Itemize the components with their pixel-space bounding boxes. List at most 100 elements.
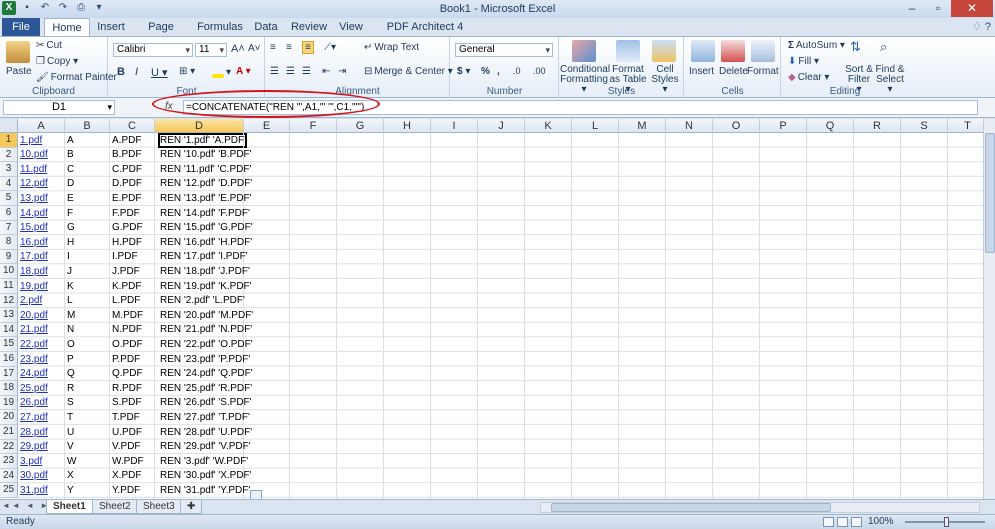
cell-b7[interactable]: G bbox=[65, 221, 75, 235]
close-icon[interactable]: ✕ bbox=[951, 0, 993, 17]
select-all-corner[interactable] bbox=[0, 119, 18, 133]
cell-a11[interactable]: 19.pdf bbox=[18, 280, 48, 294]
tab-view[interactable]: View bbox=[337, 18, 365, 36]
tab-review[interactable]: Review bbox=[290, 18, 328, 36]
cell-b24[interactable]: X bbox=[65, 469, 74, 483]
cell-a8[interactable]: 16.pdf bbox=[18, 236, 48, 250]
horizontal-scrollbar[interactable] bbox=[540, 502, 980, 513]
cell-b2[interactable]: B bbox=[65, 148, 74, 162]
cell-a3[interactable]: 11.pdf bbox=[18, 163, 47, 177]
font-name-combo[interactable]: Calibri bbox=[113, 43, 193, 57]
font-color-icon[interactable]: A ▾ bbox=[236, 66, 251, 77]
worksheet-grid[interactable]: A B C D E F G H I J K L M N O P Q R S T 1 1.pdf A A.PDF REN '1.p… bbox=[0, 119, 983, 499]
currency-icon[interactable]: $ ▾ bbox=[457, 66, 470, 77]
help-icon[interactable]: ♢ ? bbox=[972, 20, 991, 33]
column-header-o[interactable]: O bbox=[713, 119, 760, 133]
cell-d17[interactable]: REN '24.pdf' 'Q.PDF' bbox=[158, 367, 253, 381]
row-header[interactable]: 17 bbox=[0, 366, 18, 382]
cell-b12[interactable]: L bbox=[65, 294, 73, 308]
cell-d25[interactable]: REN '31.pdf' 'Y.PDF' bbox=[158, 484, 250, 498]
cell-d9[interactable]: REN '17.pdf' 'I.PDF' bbox=[158, 250, 248, 264]
row-header[interactable]: 25 bbox=[0, 483, 18, 498]
middle-align-icon[interactable]: ≡ bbox=[286, 42, 292, 53]
page-layout-view-icon[interactable] bbox=[837, 517, 848, 527]
cell-d7[interactable]: REN '15.pdf' 'G.PDF' bbox=[158, 221, 253, 235]
format-cells-button[interactable]: Format bbox=[747, 66, 779, 77]
cell-c13[interactable]: M.PDF bbox=[110, 309, 143, 323]
cell-d10[interactable]: REN '18.pdf' 'J.PDF' bbox=[158, 265, 250, 279]
cell-b13[interactable]: M bbox=[65, 309, 75, 323]
column-header-g[interactable]: G bbox=[337, 119, 384, 133]
page-break-view-icon[interactable] bbox=[851, 517, 862, 527]
row-header[interactable]: 20 bbox=[0, 410, 18, 425]
number-format-combo[interactable]: General bbox=[455, 43, 553, 57]
column-header-c[interactable]: C bbox=[110, 119, 155, 133]
row-header[interactable]: 1 bbox=[0, 133, 18, 148]
cell-b19[interactable]: S bbox=[65, 396, 74, 410]
cell-d5[interactable]: REN '13.pdf' 'E.PDF' bbox=[158, 192, 252, 206]
name-box[interactable]: D1 bbox=[3, 100, 115, 115]
cell-c11[interactable]: K.PDF bbox=[110, 280, 141, 294]
cell-d21[interactable]: REN '28.pdf' 'U.PDF' bbox=[158, 426, 252, 440]
cell-c19[interactable]: S.PDF bbox=[110, 396, 141, 410]
cell-c9[interactable]: I.PDF bbox=[110, 250, 138, 264]
maximize-icon[interactable]: ▫ bbox=[925, 0, 951, 17]
cell-b3[interactable]: C bbox=[65, 163, 74, 177]
cell-b18[interactable]: R bbox=[65, 382, 74, 396]
cell-d6[interactable]: REN '14.pdf' 'F.PDF' bbox=[158, 207, 250, 221]
cell-d24[interactable]: REN '30.pdf' 'X.PDF' bbox=[158, 469, 252, 483]
cell-b14[interactable]: N bbox=[65, 323, 74, 337]
paste-button[interactable]: Paste bbox=[6, 66, 32, 77]
cell-d19[interactable]: REN '26.pdf' 'S.PDF' bbox=[158, 396, 252, 410]
row-header[interactable]: 11 bbox=[0, 279, 18, 294]
cell-a1[interactable]: 1.pdf bbox=[18, 134, 42, 148]
tab-home[interactable]: Home bbox=[44, 18, 90, 36]
cell-a7[interactable]: 15.pdf bbox=[18, 221, 48, 235]
percent-icon[interactable]: % bbox=[481, 66, 490, 77]
column-header-r[interactable]: R bbox=[854, 119, 901, 133]
row-header[interactable]: 5 bbox=[0, 191, 18, 206]
column-header-l[interactable]: L bbox=[572, 119, 619, 133]
cell-d2[interactable]: REN '10.pdf' 'B.PDF' bbox=[158, 148, 252, 162]
cell-c2[interactable]: B.PDF bbox=[110, 148, 141, 162]
row-header[interactable]: 22 bbox=[0, 439, 18, 455]
cell-d14[interactable]: REN '21.pdf' 'N.PDF' bbox=[158, 323, 252, 337]
cell-d4[interactable]: REN '12.pdf' 'D.PDF' bbox=[158, 177, 252, 191]
tab-file[interactable]: File bbox=[2, 18, 40, 36]
cell-c6[interactable]: F.PDF bbox=[110, 207, 140, 221]
row-header[interactable]: 21 bbox=[0, 425, 18, 440]
row-header[interactable]: 4 bbox=[0, 176, 18, 192]
cell-b23[interactable]: W bbox=[65, 455, 76, 469]
cell-a4[interactable]: 12.pdf bbox=[18, 177, 48, 191]
cell-b21[interactable]: U bbox=[65, 426, 74, 440]
cell-c15[interactable]: O.PDF bbox=[110, 338, 143, 352]
cell-a21[interactable]: 28.pdf bbox=[18, 426, 48, 440]
cell-d12[interactable]: REN '2.pdf' 'L.PDF' bbox=[158, 294, 245, 308]
column-header-e[interactable]: E bbox=[244, 119, 290, 133]
cell-d3[interactable]: REN '11.pdf' 'C.PDF' bbox=[158, 163, 251, 177]
increase-decimal-icon[interactable]: .0 bbox=[513, 66, 521, 76]
cell-d20[interactable]: REN '27.pdf' 'T.PDF' bbox=[158, 411, 250, 425]
horizontal-scroll-thumb[interactable] bbox=[551, 503, 831, 512]
cell-b17[interactable]: Q bbox=[65, 367, 75, 381]
column-header-t[interactable]: T bbox=[948, 119, 983, 133]
cell-c23[interactable]: W.PDF bbox=[110, 455, 144, 469]
row-header[interactable]: 8 bbox=[0, 235, 18, 250]
cell-c5[interactable]: E.PDF bbox=[110, 192, 141, 206]
cell-d16[interactable]: REN '23.pdf' 'P.PDF' bbox=[158, 353, 250, 367]
delete-cells-button[interactable]: Delete bbox=[719, 66, 748, 77]
cell-b11[interactable]: K bbox=[65, 280, 74, 294]
cell-c14[interactable]: N.PDF bbox=[110, 323, 142, 337]
cell-c10[interactable]: J.PDF bbox=[110, 265, 140, 279]
cell-d1[interactable]: REN '1.pdf' 'A.PDF' bbox=[158, 134, 246, 148]
row-header[interactable]: 12 bbox=[0, 293, 18, 309]
cell-a6[interactable]: 14.pdf bbox=[18, 207, 48, 221]
cell-d23[interactable]: REN '3.pdf' 'W.PDF' bbox=[158, 455, 248, 469]
cell-d8[interactable]: REN '16.pdf' 'H.PDF' bbox=[158, 236, 252, 250]
column-header-d[interactable]: D bbox=[155, 119, 244, 133]
cell-a22[interactable]: 29.pdf bbox=[18, 440, 48, 454]
cell-b5[interactable]: E bbox=[65, 192, 74, 206]
cell-a9[interactable]: 17.pdf bbox=[18, 250, 48, 264]
row-header[interactable]: 13 bbox=[0, 308, 18, 323]
cell-d22[interactable]: REN '29.pdf' 'V.PDF' bbox=[158, 440, 251, 454]
